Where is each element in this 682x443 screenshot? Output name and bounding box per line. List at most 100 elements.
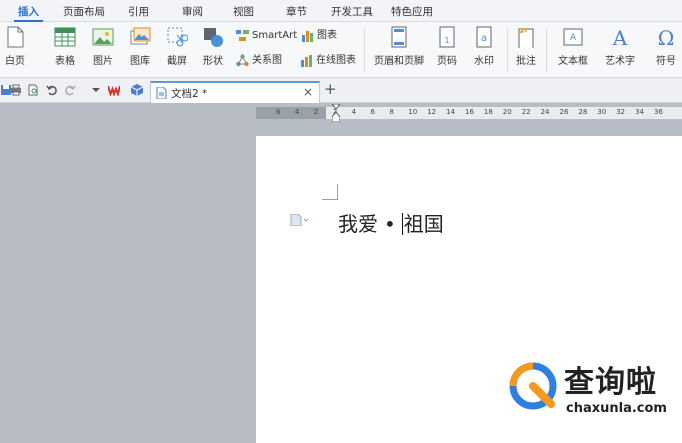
- screenshot-button[interactable]: 截屏: [160, 26, 194, 67]
- picture-button[interactable]: 图片: [88, 26, 118, 67]
- svg-text:A: A: [570, 33, 577, 43]
- comment-icon: [518, 27, 534, 48]
- quick-access-bar: 文档2 * × +: [0, 78, 682, 103]
- comment-label: 批注: [516, 56, 536, 67]
- site-watermark: 查询啦 chaxunla.com: [506, 355, 682, 425]
- print-icon[interactable]: [10, 84, 22, 96]
- ruler-tick-label: 16: [465, 108, 474, 116]
- chart-label: 图表: [317, 30, 337, 41]
- tab-insert[interactable]: 插入: [14, 0, 43, 22]
- shape-button[interactable]: 形状: [197, 26, 229, 67]
- indent-marker-icon[interactable]: [332, 104, 340, 122]
- redo-icon[interactable]: [64, 84, 76, 96]
- wps-logo-icon[interactable]: [108, 84, 120, 96]
- ruler-tick-label: 22: [521, 108, 531, 116]
- print-preview-icon[interactable]: [27, 84, 39, 96]
- ruler-tick-label: 2: [313, 108, 319, 116]
- wordart-button[interactable]: A 艺术字: [599, 26, 641, 67]
- symbol-button[interactable]: Ω 符号: [648, 26, 682, 67]
- ruler-tick-label: 34: [635, 108, 645, 116]
- ribbon-separator: [364, 28, 365, 72]
- wordart-label: 艺术字: [605, 56, 635, 67]
- tab-review[interactable]: 审阅: [182, 0, 203, 22]
- online-chart-icon: [301, 54, 312, 67]
- textbox-label: 文本框: [558, 56, 588, 67]
- text-cursor: [401, 213, 403, 235]
- tab-references[interactable]: 引用: [128, 0, 149, 22]
- table-button[interactable]: 表格: [50, 26, 80, 67]
- document-tab[interactable]: 文档2 * ×: [150, 81, 320, 103]
- svg-text:1: 1: [444, 36, 449, 45]
- document-icon: [156, 87, 167, 99]
- symbol-label: 符号: [656, 56, 676, 67]
- ruler-tick-label: 4: [294, 108, 300, 116]
- text-before-cursor: 我爱: [338, 212, 378, 236]
- document-tab-title: 文档2 *: [171, 88, 208, 100]
- picture-label: 图片: [93, 56, 113, 67]
- close-tab-icon[interactable]: ×: [303, 85, 313, 99]
- new-tab-button[interactable]: +: [324, 80, 337, 98]
- page-number-label: 页码: [437, 56, 457, 67]
- ruler-tick-label: 32: [616, 108, 626, 116]
- magnifier-logo-icon: [509, 362, 557, 410]
- shape-icon: [204, 28, 223, 47]
- online-chart-label: 在线图表: [316, 55, 356, 66]
- wordart-icon: A: [612, 26, 628, 48]
- relation-label: 关系图: [252, 55, 282, 66]
- ruler-tick-label: 30: [597, 108, 607, 116]
- tab-chapter[interactable]: 章节: [286, 0, 307, 22]
- ruler-tick-label: 14: [446, 108, 456, 116]
- svg-text:a: a: [481, 33, 487, 44]
- text-bullet: •: [384, 212, 396, 236]
- tab-special-apps[interactable]: 特色应用: [391, 0, 433, 22]
- watermark-button[interactable]: a 水印: [467, 26, 501, 67]
- ribbon-tab-bar: 插入 页面布局 引用 审阅 视图 章节 开发工具 特色应用: [0, 0, 682, 22]
- cube-icon[interactable]: [131, 84, 143, 96]
- ruler-tick-label: 36: [654, 108, 663, 116]
- screenshot-label: 截屏: [167, 56, 187, 67]
- picture-icon: [92, 28, 114, 46]
- scissors-icon: [167, 27, 188, 47]
- table-icon: [54, 27, 76, 47]
- watermark-label: 水印: [474, 56, 494, 67]
- blank-page-label: 白页: [5, 56, 25, 67]
- shape-label: 形状: [203, 56, 223, 67]
- ruler-tick-label: 26: [559, 108, 569, 116]
- gallery-icon: [130, 27, 151, 45]
- text-after-cursor: 祖国: [403, 212, 444, 236]
- page-number-button[interactable]: 1 页码: [430, 26, 464, 67]
- relation-chart-button[interactable]: 关系图: [236, 53, 282, 69]
- textbox-button[interactable]: A 文本框: [552, 26, 594, 67]
- header-footer-button[interactable]: 页眉和页脚: [372, 26, 426, 67]
- document-text[interactable]: 我爱 • 祖国: [338, 208, 444, 237]
- ruler-tick-label: 4: [351, 108, 357, 116]
- watermark-icon: a: [476, 26, 492, 48]
- header-footer-icon: [391, 26, 407, 48]
- chart-button[interactable]: 图表: [301, 28, 337, 44]
- tab-page-layout[interactable]: 页面布局: [63, 0, 105, 22]
- tab-developer-tools[interactable]: 开发工具: [331, 0, 373, 22]
- page-number-icon: 1: [439, 26, 455, 48]
- gallery-label: 图库: [130, 56, 150, 67]
- ruler-tick-label: 28: [578, 108, 588, 116]
- undo-icon[interactable]: [46, 84, 58, 96]
- ruler-tick-label: 8: [389, 108, 394, 116]
- tab-view[interactable]: 视图: [233, 0, 254, 22]
- ruler-tick-label: 6: [370, 108, 375, 116]
- textbox-icon: A: [563, 28, 583, 46]
- svg-text:A: A: [612, 26, 628, 48]
- comment-button[interactable]: 批注: [511, 26, 541, 67]
- watermark-url: chaxunla.com: [566, 401, 667, 416]
- gallery-button[interactable]: 图库: [123, 26, 157, 67]
- blank-page-button[interactable]: 白页: [0, 26, 32, 67]
- table-label: 表格: [55, 56, 75, 67]
- online-chart-button[interactable]: 在线图表: [300, 53, 356, 69]
- paragraph-handle-icon[interactable]: [290, 214, 310, 226]
- blank-page-icon: [7, 26, 24, 48]
- horizontal-ruler[interactable]: 6 4 2 2 4 6 8 10 12 14 16 18 20 22 24 26 28 30 32 34 36: [256, 107, 682, 119]
- margin-corner-mark: [322, 184, 338, 200]
- smartart-button[interactable]: SmartArt: [236, 28, 297, 44]
- chevron-down-icon[interactable]: [90, 84, 102, 96]
- ruler-tick-label: 10: [408, 108, 418, 116]
- bar-chart-icon: [302, 30, 313, 42]
